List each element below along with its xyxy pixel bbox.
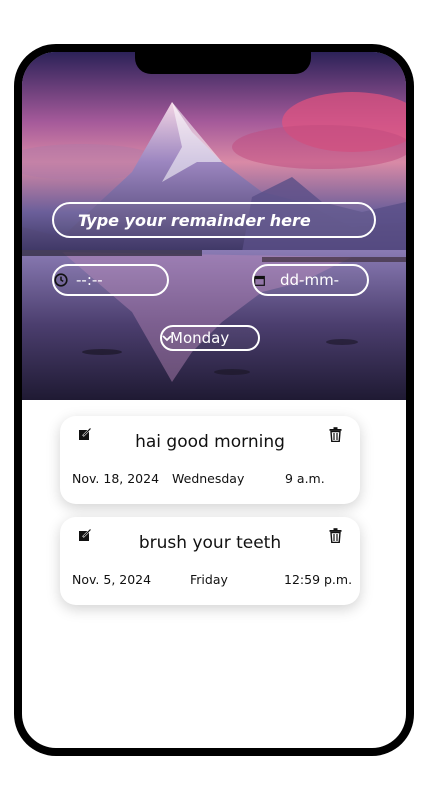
hero-background: --:-- dd-mm- Monday [22,52,406,400]
clock-icon[interactable] [54,273,68,287]
reminder-title: brush your teeth [138,533,282,553]
time-input[interactable]: --:-- [52,264,169,296]
reminder-time: 9 a.m. [285,471,325,486]
reminder-time: 12:59 p.m. [284,572,353,587]
phone-screen: --:-- dd-mm- Monday [22,52,406,748]
reminder-card: brush your teeth Nov. 5, 2024 Friday 12:… [60,517,360,605]
reminder-title: hai good morning [135,432,285,452]
phone-notch [135,52,311,74]
chevron-down-icon [162,335,172,342]
reminder-text-input[interactable] [52,202,376,238]
time-input-value: --:-- [76,271,103,289]
date-input[interactable]: dd-mm- [252,264,369,296]
reminder-date: Nov. 18, 2024 [72,471,160,486]
reminder-card: hai good morning Nov. 18, 2024 Wednesday… [60,416,360,504]
reminder-day: Wednesday [172,471,245,486]
phone-frame: --:-- dd-mm- Monday [14,44,414,756]
day-select[interactable]: Monday [160,325,260,351]
reminder-day: Friday [190,572,228,587]
calendar-icon[interactable] [254,275,265,286]
reminder-date: Nov. 5, 2024 [72,572,152,587]
day-select-value: Monday [170,329,230,347]
date-input-value: dd-mm- [280,271,340,289]
